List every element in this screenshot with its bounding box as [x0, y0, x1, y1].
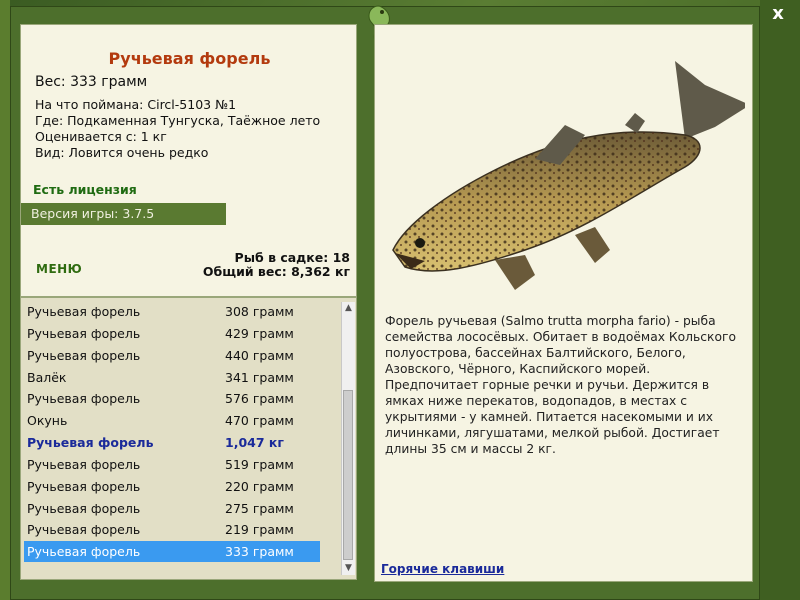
fish-description-panel: Форель ручьевая (Salmo trutta morpha far…	[374, 24, 753, 582]
hotkeys-link[interactable]: Горячие клавиши	[381, 562, 504, 576]
list-item[interactable]: Ручьевая форель 576 грамм	[24, 388, 320, 409]
list-item-name: Ручьевая форель	[27, 435, 154, 450]
close-icon[interactable]: x	[768, 4, 788, 24]
fish-weight: Вес: 333 грамм	[35, 74, 148, 90]
list-item-name: Ручьевая форель	[27, 479, 141, 494]
scroll-thumb[interactable]	[343, 390, 353, 560]
list-item-weight: 220 грамм	[225, 479, 294, 494]
scroll-down-icon[interactable]: ▼	[342, 562, 355, 575]
list-item-weight: 429 грамм	[225, 326, 294, 341]
game-version-bar: Версия игры: 3.7.5	[21, 203, 226, 225]
list-item[interactable]: Ручьевая форель 220 грамм	[24, 476, 320, 497]
rarity-text: Вид: Ловится очень редко	[35, 145, 209, 160]
right-edge	[760, 0, 800, 600]
trout-image	[392, 61, 745, 290]
fish-count: Рыб в садке: 18	[234, 250, 350, 265]
license-status: Есть лицензия	[33, 182, 137, 197]
list-item-name: Ручьевая форель	[27, 457, 141, 472]
scroll-up-icon[interactable]: ▲	[342, 302, 355, 315]
list-item-weight: 308 грамм	[225, 304, 294, 319]
list-item[interactable]: Ручьевая форель 440 грамм	[24, 345, 320, 366]
list-item-name: Ручьевая форель	[27, 544, 141, 559]
list-item-weight: 341 грамм	[225, 370, 294, 385]
catch-totals: Рыб в садке: 18 Общий вес: 8,362 кг	[203, 251, 350, 279]
list-item-name: Ручьевая форель	[27, 501, 141, 516]
list-item-name: Валёк	[27, 370, 67, 385]
list-item[interactable]: Ручьевая форель 275 грамм	[24, 498, 320, 519]
list-item-weight: 219 грамм	[225, 522, 294, 537]
list-item-weight: 1,047 кг	[225, 435, 284, 450]
list-item[interactable]: Ручьевая форель 429 грамм	[24, 323, 320, 344]
fish-details-panel: Ручьевая форель Вес: 333 грамм На что по…	[20, 24, 357, 297]
list-item[interactable]: Ручьевая форель 519 грамм	[24, 454, 320, 475]
fish-title: Ручьевая форель	[108, 49, 271, 68]
list-item-trophy[interactable]: Ручьевая форель 1,047 кг	[24, 432, 320, 453]
list-item-name: Ручьевая форель	[27, 326, 141, 341]
caught-on-text: На что поймана: Circl-5103 №1	[35, 97, 237, 112]
list-item-name: Ручьевая форель	[27, 304, 141, 319]
menu-button[interactable]: МЕНЮ	[36, 262, 82, 276]
value-text: Оценивается с: 1 кг	[35, 129, 167, 144]
list-scrollbar[interactable]: ▲ ▼	[341, 302, 355, 575]
list-item-name: Окунь	[27, 413, 68, 428]
list-item[interactable]: Ручьевая форель 219 грамм	[24, 519, 320, 540]
left-edge	[0, 0, 10, 600]
list-item-weight: 470 грамм	[225, 413, 294, 428]
location-text: Где: Подкаменная Тунгуска, Таёжное лето	[35, 113, 321, 128]
list-item-name: Ручьевая форель	[27, 522, 141, 537]
list-item-selected[interactable]: Ручьевая форель 333 грамм	[24, 541, 320, 562]
list-item-weight: 576 грамм	[225, 391, 294, 406]
total-weight: Общий вес: 8,362 кг	[202, 264, 350, 279]
list-item[interactable]: Окунь 470 грамм	[24, 410, 320, 431]
list-item-weight: 275 грамм	[225, 501, 294, 516]
catch-list[interactable]: Ручьевая форель 308 грамм Ручьевая форел…	[20, 297, 357, 580]
list-item-weight: 333 грамм	[225, 544, 294, 559]
list-item-weight: 440 грамм	[225, 348, 294, 363]
fish-description: Форель ручьевая (Salmo trutta morpha far…	[385, 314, 736, 456]
list-item-name: Ручьевая форель	[27, 391, 141, 406]
list-item-weight: 519 грамм	[225, 457, 294, 472]
list-item[interactable]: Ручьевая форель 308 грамм	[24, 301, 320, 322]
list-item[interactable]: Валёк 341 грамм	[24, 367, 320, 388]
list-item-name: Ручьевая форель	[27, 348, 141, 363]
fish-info: На что поймана: Circl-5103 №1 Где: Подка…	[35, 97, 320, 161]
